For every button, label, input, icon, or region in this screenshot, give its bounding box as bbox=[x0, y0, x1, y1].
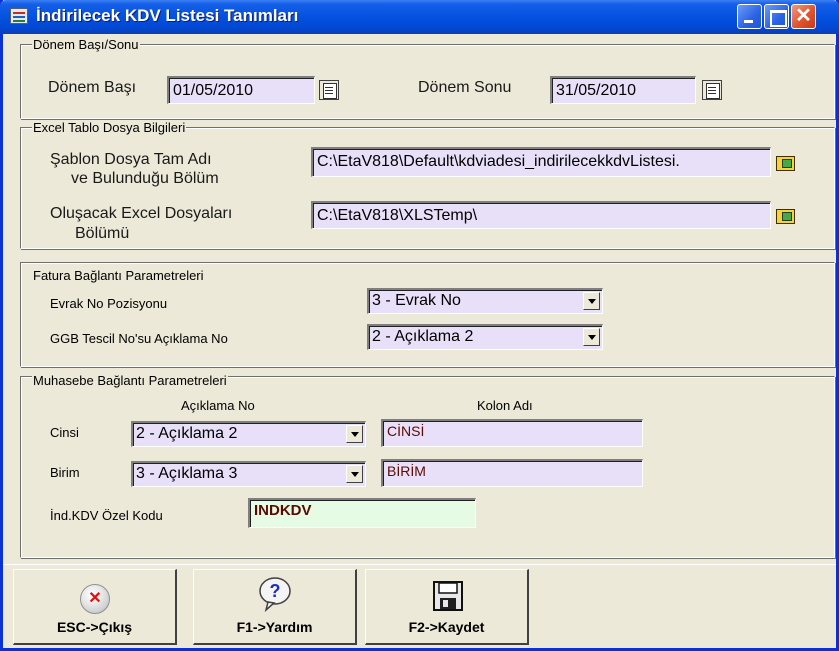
doc-no-label: Evrak No Pozisyonu bbox=[50, 296, 168, 311]
maximize-button[interactable] bbox=[764, 4, 789, 29]
doc-no-select-value: 3 - Evrak No bbox=[372, 292, 461, 309]
period-start-label: Dönem Başı bbox=[48, 79, 137, 96]
special-code-label: İnd.KDV Özel Kodu bbox=[50, 508, 163, 523]
type-desc-select-value: 2 - Açıklama 2 bbox=[136, 425, 238, 442]
period-end-calendar-icon[interactable] bbox=[702, 80, 722, 100]
invoice-group-title: Fatura Bağlantı Parametreleri bbox=[32, 268, 205, 283]
cancel-icon: ✕ bbox=[80, 584, 110, 614]
ggb-select-value: 2 - Açıklama 2 bbox=[372, 328, 474, 345]
doc-no-select[interactable]: 3 - Evrak No bbox=[367, 288, 603, 314]
unit-desc-select[interactable]: 3 - Açıklama 3 bbox=[131, 461, 366, 487]
type-column-input[interactable]: CİNSİ bbox=[381, 419, 643, 447]
excel-group-title: Excel Tablo Dosya Bilgileri bbox=[32, 120, 187, 135]
output-label-line2: Bölümü bbox=[75, 225, 130, 242]
period-end-label: Dönem Sonu bbox=[418, 79, 512, 96]
type-desc-select[interactable]: 2 - Açıklama 2 bbox=[131, 421, 366, 447]
chevron-down-icon[interactable] bbox=[583, 292, 600, 310]
close-button[interactable]: ✕ bbox=[791, 4, 816, 29]
exit-button-label: ESC->Çıkış bbox=[56, 619, 133, 635]
svg-text:?: ? bbox=[270, 581, 281, 601]
window-title: İndirilecek KDV Listesi Tanımları bbox=[36, 6, 299, 25]
help-icon: ? bbox=[259, 577, 291, 612]
special-code-input[interactable]: INDKDV bbox=[248, 498, 476, 528]
output-folder-input[interactable]: C:\EtaV818\XLSTemp\ bbox=[311, 201, 771, 229]
ggb-label: GGB Tescil No'su Açıklama No bbox=[50, 331, 228, 346]
bottom-toolbar: ✕ ESC->Çıkış ? F1->Yardım F2->Kaydet bbox=[3, 564, 836, 648]
accounting-group-title: Muhasebe Bağlantı Parametreleri bbox=[32, 373, 228, 388]
period-start-input[interactable]: 01/05/2010 bbox=[167, 76, 315, 104]
floppy-disk-icon bbox=[433, 581, 463, 611]
period-start-calendar-icon[interactable] bbox=[319, 80, 339, 100]
excel-group bbox=[20, 127, 835, 249]
period-group-title: Dönem Başı/Sonu bbox=[32, 37, 140, 52]
main-window: İndirilecek KDV Listesi Tanımları ✕ Döne… bbox=[0, 0, 839, 651]
template-browse-folder-icon[interactable] bbox=[774, 152, 796, 172]
desc-no-column-header: Açıklama No bbox=[181, 398, 255, 413]
unit-desc-select-value: 3 - Açıklama 3 bbox=[136, 465, 238, 482]
save-button[interactable]: F2->Kaydet bbox=[365, 569, 529, 645]
unit-column-input[interactable]: BİRİM bbox=[381, 459, 643, 487]
ggb-select[interactable]: 2 - Açıklama 2 bbox=[367, 324, 603, 350]
help-button[interactable]: ? F1->Yardım bbox=[193, 569, 357, 645]
period-end-input[interactable]: 31/05/2010 bbox=[550, 76, 696, 104]
type-label: Cinsi bbox=[50, 425, 79, 440]
app-icon bbox=[10, 8, 28, 24]
unit-label: Birim bbox=[50, 465, 80, 480]
chevron-down-icon[interactable] bbox=[346, 425, 363, 443]
template-label-line2: ve Bulunduğu Bölüm bbox=[71, 170, 219, 187]
output-browse-folder-icon[interactable] bbox=[774, 205, 796, 225]
chevron-down-icon[interactable] bbox=[346, 465, 363, 483]
title-bar: İndirilecek KDV Listesi Tanımları ✕ bbox=[0, 0, 839, 34]
save-button-label: F2->Kaydet bbox=[408, 619, 485, 635]
exit-button[interactable]: ✕ ESC->Çıkış bbox=[13, 569, 177, 645]
chevron-down-icon[interactable] bbox=[583, 328, 600, 346]
close-icon: ✕ bbox=[795, 5, 812, 27]
minimize-button[interactable] bbox=[737, 4, 762, 29]
output-label-line1: Oluşacak Excel Dosyaları bbox=[50, 205, 233, 222]
template-label-line1: Şablon Dosya Tam Adı bbox=[50, 151, 212, 168]
column-name-header: Kolon Adı bbox=[477, 398, 533, 413]
template-path-input[interactable]: C:\EtaV818\Default\kdviadesi_indirilecek… bbox=[311, 147, 771, 177]
help-button-label: F1->Yardım bbox=[236, 619, 313, 635]
